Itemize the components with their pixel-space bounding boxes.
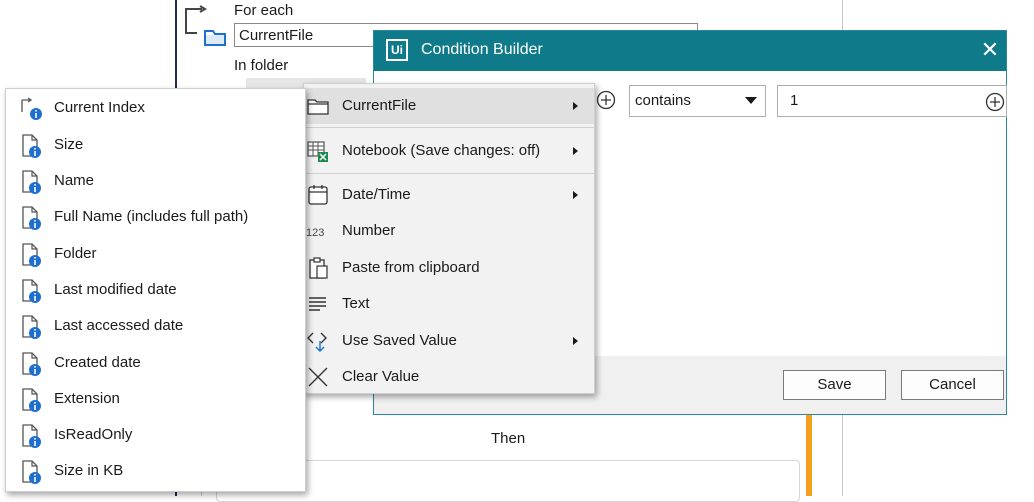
menu-item-use-saved-value[interactable]: Use Saved Value <box>304 323 594 359</box>
then-label: Then <box>491 430 526 447</box>
file-info-icon <box>22 279 41 303</box>
menu-item-notebook[interactable]: Notebook (Save changes: off) <box>304 133 594 169</box>
file-info-icon <box>22 352 41 376</box>
file-info-icon <box>22 170 41 194</box>
submenu-item-label: Current Index <box>54 99 145 116</box>
close-icon[interactable]: ✕ <box>978 39 1002 63</box>
menu-item-text[interactable]: Text <box>304 286 594 322</box>
menu-item-label: Notebook (Save changes: off) <box>342 142 541 159</box>
submenu-item-label: Created date <box>54 354 141 371</box>
submenu-item[interactable]: Last accessed date <box>6 308 305 344</box>
folder-icon <box>307 99 329 115</box>
text-icon <box>309 297 326 311</box>
submenu-item[interactable]: Created date <box>6 345 305 381</box>
menu-item-label: Clear Value <box>342 368 420 385</box>
file-info-icon <box>22 134 41 158</box>
submenu-arrow-icon <box>573 191 578 199</box>
submenu-arrow-icon <box>573 102 578 110</box>
saved-value-icon <box>307 332 327 352</box>
spreadsheet-icon <box>307 141 328 162</box>
menu-item-label: Paste from clipboard <box>342 259 480 276</box>
submenu-item-label: Last accessed date <box>54 317 184 334</box>
submenu-arrow-icon <box>573 147 578 155</box>
cancel-button[interactable]: Cancel <box>901 370 1004 400</box>
submenu-item[interactable]: IsReadOnly <box>6 417 305 453</box>
right-operand-field[interactable]: 1 <box>777 85 1007 117</box>
file-info-icon <box>22 315 41 339</box>
menu-item-clear-value[interactable]: Clear Value <box>304 359 594 395</box>
menu-item-paste-clipboard[interactable]: Paste from clipboard <box>304 250 594 286</box>
file-info-icon <box>22 206 41 230</box>
menu-item-label: Number <box>342 222 396 239</box>
uipath-logo-icon: Ui <box>386 39 408 61</box>
number-icon: 123 <box>306 227 324 239</box>
menu-item-label: CurrentFile <box>342 97 417 114</box>
value-context-menu: CurrentFile Notebook (Save changes: off)… <box>303 83 595 394</box>
submenu-item-label: Full Name (includes full path) <box>54 208 249 225</box>
submenu-item-label: Last modified date <box>54 281 177 298</box>
foreach-label: For each <box>234 2 294 19</box>
submenu-item-label: Name <box>54 172 95 189</box>
menu-item-label: Text <box>342 295 370 312</box>
dropdown-arrow-icon <box>745 97 757 104</box>
svg-text:123: 123 <box>306 227 324 239</box>
dialog-title: Condition Builder <box>421 41 543 58</box>
menu-item-datetime[interactable]: Date/Time <box>304 177 594 213</box>
operator-value: contains <box>635 92 691 109</box>
foreach-loop-icon <box>185 5 226 46</box>
submenu-item-label: Extension <box>54 390 120 407</box>
submenu-item[interactable]: Size in KB <box>6 453 305 489</box>
menu-item-number[interactable]: 123 Number <box>304 213 594 249</box>
submenu-item-label: Size in KB <box>54 462 124 479</box>
file-info-icon <box>22 460 41 484</box>
currentfile-submenu: Current Index Size Name Full Name (includes… <box>5 88 306 492</box>
submenu-item-label: Size <box>54 136 84 153</box>
file-info-icon <box>22 388 41 412</box>
calendar-icon <box>308 185 328 205</box>
submenu-item[interactable]: Extension <box>6 381 305 417</box>
operator-dropdown[interactable]: contains <box>629 85 766 117</box>
menu-item-currentfile[interactable]: CurrentFile <box>304 88 594 124</box>
submenu-item[interactable]: Name <box>6 163 305 199</box>
submenu-item[interactable]: Size <box>6 127 305 163</box>
menu-item-label: Use Saved Value <box>342 332 457 349</box>
clipboard-icon <box>309 257 328 279</box>
submenu-arrow-icon <box>573 337 578 345</box>
submenu-item-label: Folder <box>54 245 97 262</box>
file-info-icon <box>22 424 41 448</box>
right-operand-value: 1 <box>790 92 799 109</box>
submenu-item[interactable]: Current Index <box>6 90 305 126</box>
clear-icon <box>308 367 328 387</box>
infolder-label: In folder <box>234 57 289 74</box>
submenu-item[interactable]: Last modified date <box>6 272 305 308</box>
file-info-icon <box>22 243 41 267</box>
submenu-item-label: IsReadOnly <box>54 426 133 443</box>
dialog-titlebar: Ui Condition Builder ✕ <box>374 31 1006 71</box>
add-left-operand-icon[interactable] <box>596 90 616 110</box>
index-info-icon <box>21 97 42 120</box>
submenu-item[interactable]: Full Name (includes full path) <box>6 199 305 235</box>
save-button[interactable]: Save <box>783 370 886 400</box>
menu-separator <box>304 127 594 128</box>
submenu-item[interactable]: Folder <box>6 236 305 272</box>
menu-separator <box>304 173 594 174</box>
add-right-operand-icon[interactable] <box>985 92 1005 112</box>
menu-item-label: Date/Time <box>342 186 411 203</box>
